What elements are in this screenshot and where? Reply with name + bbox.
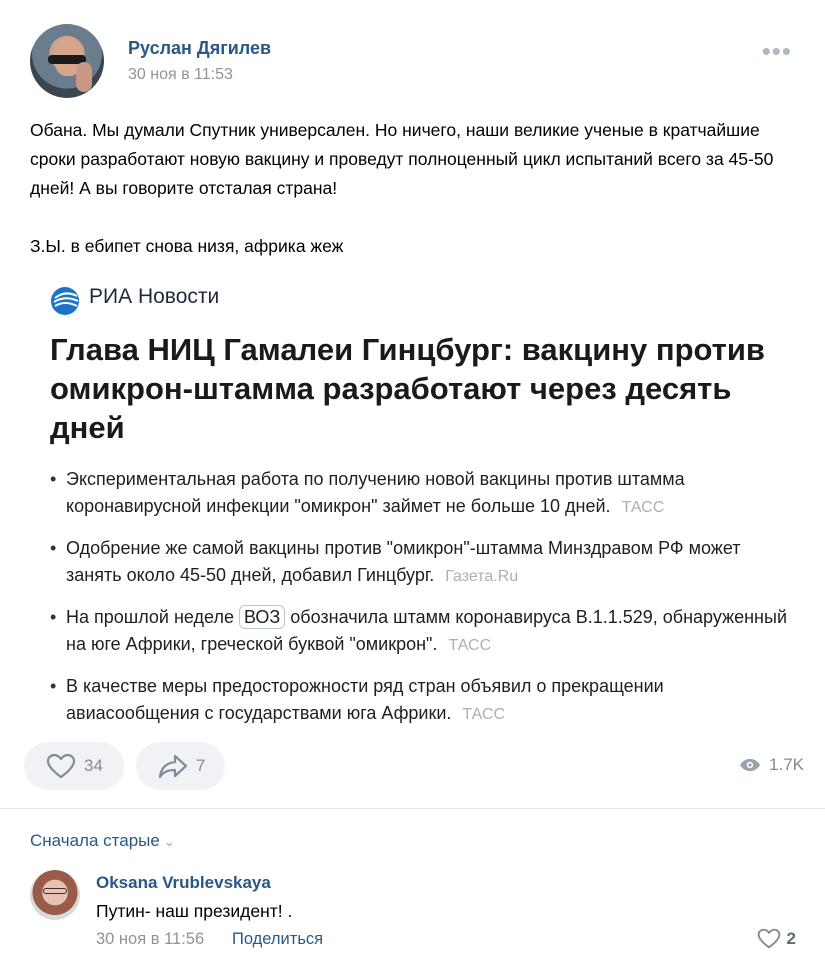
like-count: 34 [84, 756, 103, 775]
news-bullet-text: Экспериментальная работа по получению но… [66, 469, 685, 516]
post-actions: 34 7 1.7K [24, 742, 804, 790]
news-bullets: Экспериментальная работа по получению но… [50, 466, 790, 742]
avatar-hand [76, 62, 92, 92]
post-date[interactable]: 30 ноя в 11:53 [128, 66, 233, 84]
post-header: Руслан Дягилев 30 ноя в 11:53 ••• [30, 24, 800, 100]
eye-icon [740, 759, 761, 771]
post-text: Обана. Мы думали Спутник универсален. Но… [30, 116, 800, 261]
like-button[interactable]: 34 [24, 742, 124, 790]
avatar-glasses [43, 888, 67, 894]
news-bullet: Одобрение же самой вакцины против "омикр… [50, 535, 790, 590]
divider [0, 808, 825, 809]
news-bullet-text: В качестве меры предосторожности ряд стр… [66, 676, 664, 723]
news-bullet-source: ТАСС [621, 498, 665, 516]
news-bullet: В качестве меры предосторожности ряд стр… [50, 673, 790, 728]
news-bullet-source: ТАСС [462, 705, 506, 723]
comments-sort-label: Сначала старые [30, 831, 160, 850]
news-bullet-source: Газета.Ru [445, 567, 519, 585]
comment-author[interactable]: Oksana Vrublevskaya [96, 873, 271, 893]
news-bullet-text: На прошлой неделе [66, 607, 234, 627]
views-count: 1.7K [769, 755, 804, 774]
post-text-ps: З.Ы. в ебипет снова низя, африка жеж [30, 236, 344, 256]
post-text-main: Обана. Мы думали Спутник универсален. Но… [30, 120, 774, 198]
news-screenshot-attachment[interactable]: РИА Новости Глава НИЦ Гамалеи Гинцбург: … [34, 268, 798, 730]
chevron-down-icon: ⌄ [163, 834, 175, 849]
news-bullet-source: ТАСС [448, 636, 492, 654]
news-bullet: На прошлой неделе ВОЗ обозначила штамм к… [50, 604, 790, 659]
post-author[interactable]: Руслан Дягилев [128, 38, 271, 59]
heart-icon [757, 928, 780, 949]
more-horizontal-icon[interactable]: ••• [762, 38, 792, 64]
author-avatar[interactable] [30, 24, 104, 98]
views-counter: 1.7K [739, 755, 804, 775]
share-button[interactable]: 7 [136, 742, 225, 790]
comments-sort-dropdown[interactable]: Сначала старые ⌄ [30, 831, 175, 851]
news-bullet: Экспериментальная работа по получению но… [50, 466, 790, 521]
ria-logo-icon [51, 287, 79, 315]
share-count: 7 [196, 756, 206, 775]
comment-share-link[interactable]: Поделиться [232, 930, 323, 949]
comment-date[interactable]: 30 ноя в 11:56 [96, 930, 204, 949]
comment-like-button[interactable]: 2 [757, 928, 796, 949]
comment-text: Путин- наш президент! . [96, 901, 293, 921]
news-headline: Глава НИЦ Гамалеи Гинцбург: вакцину прот… [50, 332, 765, 445]
news-bullet-tag: ВОЗ [239, 605, 286, 629]
news-bullet-text: Одобрение же самой вакцины против "омикр… [66, 538, 741, 585]
commenter-avatar[interactable] [30, 870, 80, 920]
comment-item: Oksana Vrublevskaya Путин- наш президент… [30, 868, 800, 952]
news-source-name: РИА Новости [89, 285, 220, 308]
share-arrow-icon [158, 754, 188, 779]
comment-like-count: 2 [786, 928, 796, 948]
heart-icon [46, 753, 76, 779]
